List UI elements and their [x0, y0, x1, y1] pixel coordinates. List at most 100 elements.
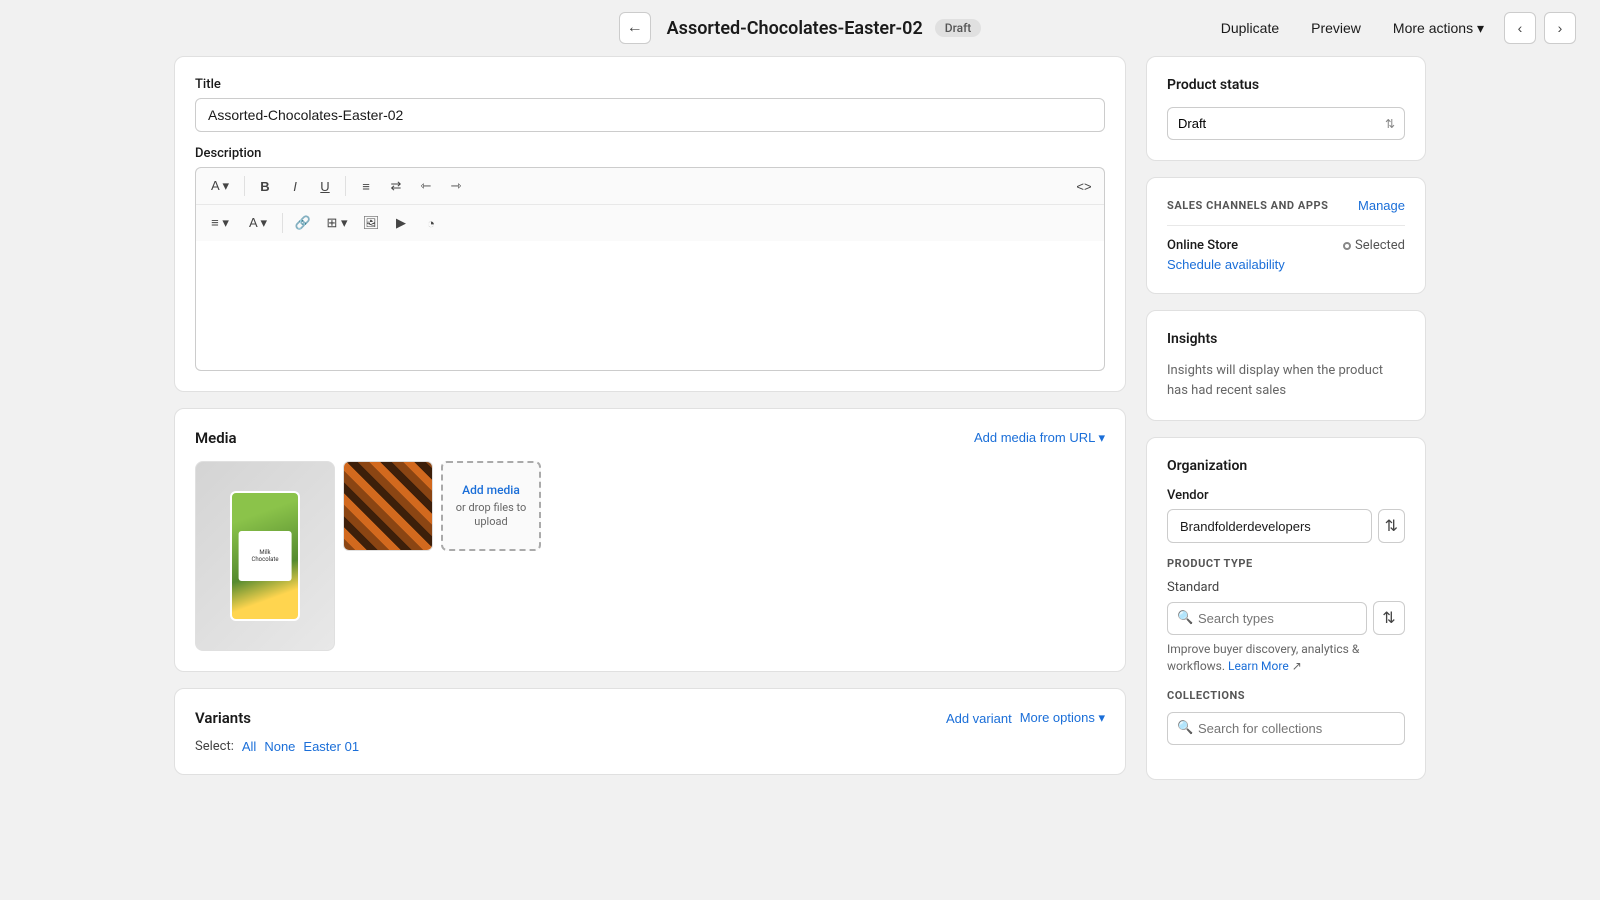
- search-types-icon: 🔍: [1177, 611, 1193, 626]
- editor-toolbar: A ▾ B I U ≡ ⇄ ⇽ ⇾ <> ≡ ▾ A ▾: [195, 167, 1105, 241]
- sales-channels-header: SALES CHANNELS AND APPS Manage: [1167, 198, 1405, 213]
- status-select[interactable]: Draft Active: [1167, 107, 1405, 140]
- select-easter-button[interactable]: Easter 01: [303, 739, 359, 754]
- product-type-row: 🔍 ⇅: [1167, 601, 1405, 635]
- variants-header: Variants Add variant More options ▾: [195, 709, 1105, 727]
- external-link-icon: ↗: [1292, 659, 1302, 673]
- toolbar-outdent-btn[interactable]: ⇽: [412, 172, 440, 200]
- toolbar-ol-btn[interactable]: ⇄: [382, 172, 410, 200]
- product-status-card: Product status Draft Active: [1146, 56, 1426, 161]
- toolbar-row-2: ≡ ▾ A ▾ 🔗 ⊞ ▾ 🖼 ▶ ◔: [196, 205, 1104, 241]
- divider-1: [1167, 225, 1405, 226]
- sales-channels-title: SALES CHANNELS AND APPS: [1167, 199, 1328, 212]
- media-grid: MilkChocolate Add media or drop files to…: [195, 461, 1105, 651]
- search-types-wrapper: 🔍: [1167, 602, 1367, 635]
- manage-button[interactable]: Manage: [1358, 198, 1405, 213]
- schedule-link[interactable]: Schedule availability: [1167, 257, 1285, 272]
- variants-actions: Add variant More options ▾: [946, 710, 1105, 726]
- preview-button[interactable]: Preview: [1299, 14, 1373, 42]
- toolbar-row-1: A ▾ B I U ≡ ⇄ ⇽ ⇾ <>: [196, 168, 1104, 205]
- learn-more-link[interactable]: Learn More: [1228, 659, 1289, 673]
- prev-nav-button[interactable]: ‹: [1504, 12, 1536, 44]
- next-nav-button[interactable]: ›: [1544, 12, 1576, 44]
- add-media-link: Add media: [462, 483, 520, 497]
- select-all-button[interactable]: All: [242, 739, 256, 754]
- upload-text: or drop files to upload: [443, 501, 539, 530]
- toolbar-color-btn[interactable]: A ▾: [240, 209, 276, 237]
- channel-status-text: Selected: [1355, 238, 1405, 253]
- toolbar-link-btn[interactable]: 🔗: [289, 209, 317, 237]
- vendor-row: ⇅: [1167, 509, 1405, 543]
- variants-title: Variants: [195, 709, 251, 727]
- product-status-title: Product status: [1167, 77, 1405, 93]
- media-title: Media: [195, 429, 237, 447]
- insights-card: Insights Insights will display when the …: [1146, 310, 1426, 421]
- title-input[interactable]: [195, 98, 1105, 132]
- upload-area[interactable]: Add media or drop files to upload: [441, 461, 541, 551]
- variants-card: Variants Add variant More options ▾ Sele…: [174, 688, 1126, 775]
- sep1: [244, 176, 245, 196]
- toolbar-font-btn[interactable]: A ▾: [202, 172, 238, 200]
- choc-label: MilkChocolate: [239, 531, 292, 581]
- status-select-wrapper: Draft Active: [1167, 107, 1405, 140]
- media-item-thumb[interactable]: [343, 461, 433, 551]
- toolbar-indent-btn[interactable]: ⇾: [442, 172, 470, 200]
- toolbar-image-btn[interactable]: 🖼: [357, 209, 385, 237]
- toolbar-table-btn[interactable]: ⊞ ▾: [319, 209, 355, 237]
- more-actions-button[interactable]: More actions: [1381, 14, 1496, 43]
- draft-badge: Draft: [935, 19, 982, 37]
- collections-title: COLLECTIONS: [1167, 689, 1405, 702]
- title-label: Title: [195, 77, 1105, 92]
- left-column: Title Description A ▾ B I U ≡ ⇄ ⇽ ⇾ <>: [174, 56, 1126, 780]
- description-label: Description: [195, 146, 1105, 161]
- sep2: [345, 176, 346, 196]
- title-description-card: Title Description A ▾ B I U ≡ ⇄ ⇽ ⇾ <>: [174, 56, 1126, 392]
- media-item-main[interactable]: MilkChocolate: [195, 461, 335, 651]
- insights-text: Insights will display when the product h…: [1167, 361, 1405, 400]
- search-collections-icon: 🔍: [1177, 721, 1193, 736]
- toolbar-embed-btn[interactable]: ◔: [417, 209, 445, 237]
- toolbar-video-btn[interactable]: ▶: [387, 209, 415, 237]
- toolbar-ul-btn[interactable]: ≡: [352, 172, 380, 200]
- top-bar: ← Assorted-Chocolates-Easter-02 Draft Du…: [0, 0, 1600, 56]
- vendor-stepper[interactable]: ⇅: [1378, 509, 1405, 543]
- toolbar-bold-btn[interactable]: B: [251, 172, 279, 200]
- page-title: Assorted-Chocolates-Easter-02: [667, 18, 923, 39]
- toolbar-italic-btn[interactable]: I: [281, 172, 309, 200]
- top-bar-actions: Duplicate Preview More actions ‹ ›: [1209, 12, 1576, 44]
- select-label: Select:: [195, 739, 234, 754]
- main-layout: Title Description A ▾ B I U ≡ ⇄ ⇽ ⇾ <>: [150, 56, 1450, 804]
- add-media-url-button[interactable]: Add media from URL ▾: [974, 430, 1105, 446]
- insights-title: Insights: [1167, 331, 1405, 347]
- product-type-label: PRODUCT TYPE: [1167, 557, 1405, 570]
- product-type-stepper[interactable]: ⇅: [1373, 601, 1405, 635]
- duplicate-button[interactable]: Duplicate: [1209, 14, 1291, 42]
- vendor-input[interactable]: [1167, 509, 1372, 543]
- add-variant-button[interactable]: Add variant: [946, 710, 1012, 726]
- vendor-group: Vendor ⇅: [1167, 488, 1405, 543]
- back-button[interactable]: ←: [619, 12, 651, 44]
- search-collections-input[interactable]: [1167, 712, 1405, 745]
- channel-status: Selected: [1343, 238, 1405, 253]
- sep3: [282, 213, 283, 233]
- organization-title: Organization: [1167, 458, 1405, 474]
- select-row: Select: All None Easter 01: [195, 739, 1105, 754]
- channel-name: Online Store: [1167, 238, 1238, 253]
- organization-card: Organization Vendor ⇅ PRODUCT TYPE Stand…: [1146, 437, 1426, 780]
- more-options-button[interactable]: More options ▾: [1020, 710, 1105, 726]
- standard-label: Standard: [1167, 580, 1405, 595]
- description-editor[interactable]: [195, 241, 1105, 371]
- toolbar-code-btn[interactable]: <>: [1070, 172, 1098, 200]
- right-column: Product status Draft Active SALES CHANNE…: [1146, 56, 1426, 780]
- product-type-hint: Improve buyer discovery, analytics & wor…: [1167, 641, 1405, 675]
- search-types-input[interactable]: [1167, 602, 1367, 635]
- toolbar-underline-btn[interactable]: U: [311, 172, 339, 200]
- media-card: Media Add media from URL ▾ MilkChocolate…: [174, 408, 1126, 672]
- choc-inner: MilkChocolate: [230, 491, 300, 621]
- vendor-label: Vendor: [1167, 488, 1405, 503]
- sales-channels-card: SALES CHANNELS AND APPS Manage Online St…: [1146, 177, 1426, 294]
- toolbar-align-btn[interactable]: ≡ ▾: [202, 209, 238, 237]
- channel-row: Online Store Selected: [1167, 238, 1405, 253]
- select-none-button[interactable]: None: [264, 739, 295, 754]
- media-header: Media Add media from URL ▾: [195, 429, 1105, 447]
